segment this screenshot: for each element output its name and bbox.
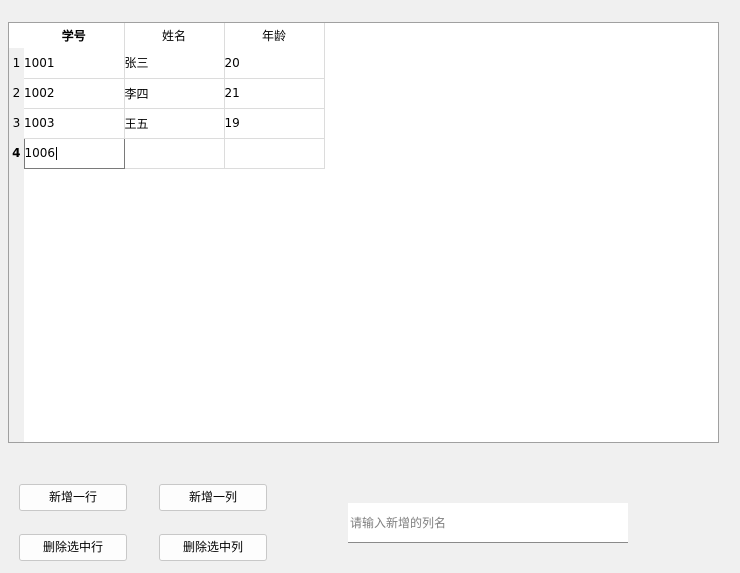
delete-selected-row-button[interactable]: 删除选中行: [19, 534, 127, 561]
table-cell[interactable]: 张三: [124, 48, 225, 79]
table-cell[interactable]: 李四: [124, 78, 225, 109]
data-table: 学号 姓名 年龄 1 1001 张三 20 2 1002 李四 21 3 100…: [9, 23, 325, 169]
add-column-button[interactable]: 新增一列: [159, 484, 267, 511]
delete-selected-column-button[interactable]: 删除选中列: [159, 534, 267, 561]
table-cell[interactable]: [224, 138, 325, 169]
text-cursor: [56, 147, 58, 160]
column-header-name[interactable]: 姓名: [124, 23, 225, 48]
row-header-current[interactable]: 4: [9, 138, 24, 168]
table-row: 4 1006: [9, 137, 325, 169]
row-header[interactable]: 1: [9, 48, 24, 78]
row-header[interactable]: 3: [9, 108, 24, 138]
table-cell[interactable]: 1001: [24, 48, 125, 79]
data-table-view[interactable]: 学号 姓名 年龄 1 1001 张三 20 2 1002 李四 21 3 100…: [8, 22, 719, 443]
table-cell-editing[interactable]: 1006: [23, 137, 125, 169]
header-row: 学号 姓名 年龄: [9, 23, 325, 48]
table-cell[interactable]: 1003: [24, 108, 125, 139]
table-cell[interactable]: 19: [224, 108, 325, 139]
cell-editor-text[interactable]: 1006: [25, 146, 56, 160]
table-cell[interactable]: 王五: [124, 108, 225, 139]
table-row: 1 1001 张三 20: [9, 48, 325, 79]
row-header[interactable]: 2: [9, 78, 24, 108]
column-header-age[interactable]: 年龄: [224, 23, 325, 48]
add-row-button[interactable]: 新增一行: [19, 484, 127, 511]
table-row: 2 1002 李四 21: [9, 78, 325, 109]
column-header-student-id[interactable]: 学号: [24, 23, 125, 48]
table-cell[interactable]: [124, 138, 225, 169]
table-cell[interactable]: 20: [224, 48, 325, 79]
new-column-name-input[interactable]: [348, 503, 628, 543]
table-row: 3 1003 王五 19: [9, 108, 325, 139]
table-cell[interactable]: 1002: [24, 78, 125, 109]
table-cell[interactable]: 21: [224, 78, 325, 109]
corner-button[interactable]: [9, 23, 24, 48]
